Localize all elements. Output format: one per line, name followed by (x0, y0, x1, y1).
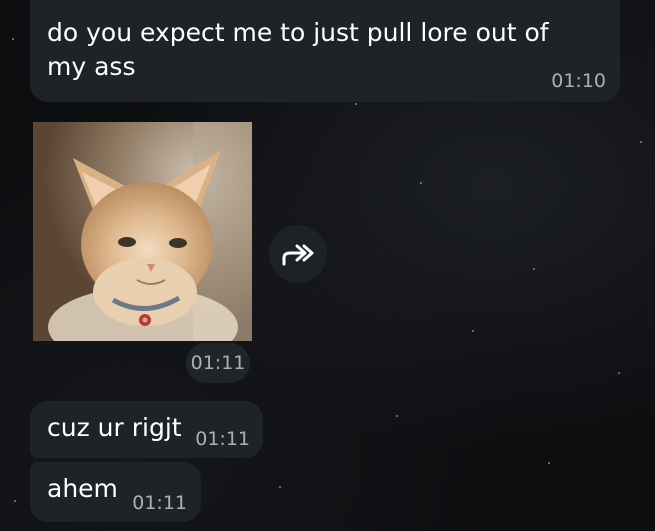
message-bubble[interactable]: cuz ur rigjt 01:11 (30, 401, 263, 458)
message-bubble[interactable]: ahem 01:11 (30, 462, 201, 522)
background-star (533, 268, 535, 270)
background-star (355, 103, 357, 105)
message-time: 01:11 (195, 428, 250, 450)
message-bubble[interactable]: do you expect me to just pull lore out o… (30, 0, 620, 102)
background-star (640, 141, 642, 143)
background-star (472, 330, 474, 332)
background-star (548, 462, 550, 464)
message-time: 01:10 (551, 70, 606, 92)
background-star (618, 372, 620, 374)
background-star (396, 415, 398, 417)
cat-photo-icon (33, 122, 252, 341)
message-time: 01:11 (190, 352, 246, 374)
forward-arrow-icon (282, 244, 314, 266)
background-star (279, 486, 281, 488)
forward-button[interactable] (269, 225, 327, 283)
message-text: cuz ur rigjt (47, 413, 182, 442)
background-star (420, 182, 422, 184)
photo-time-badge: 01:11 (186, 343, 250, 383)
message-text: ahem (47, 474, 118, 503)
background-star (12, 38, 14, 40)
message-time: 01:11 (132, 492, 187, 514)
background-star (14, 500, 16, 502)
photo-message[interactable] (33, 122, 252, 341)
message-text: do you expect me to just pull lore out o… (47, 18, 549, 81)
